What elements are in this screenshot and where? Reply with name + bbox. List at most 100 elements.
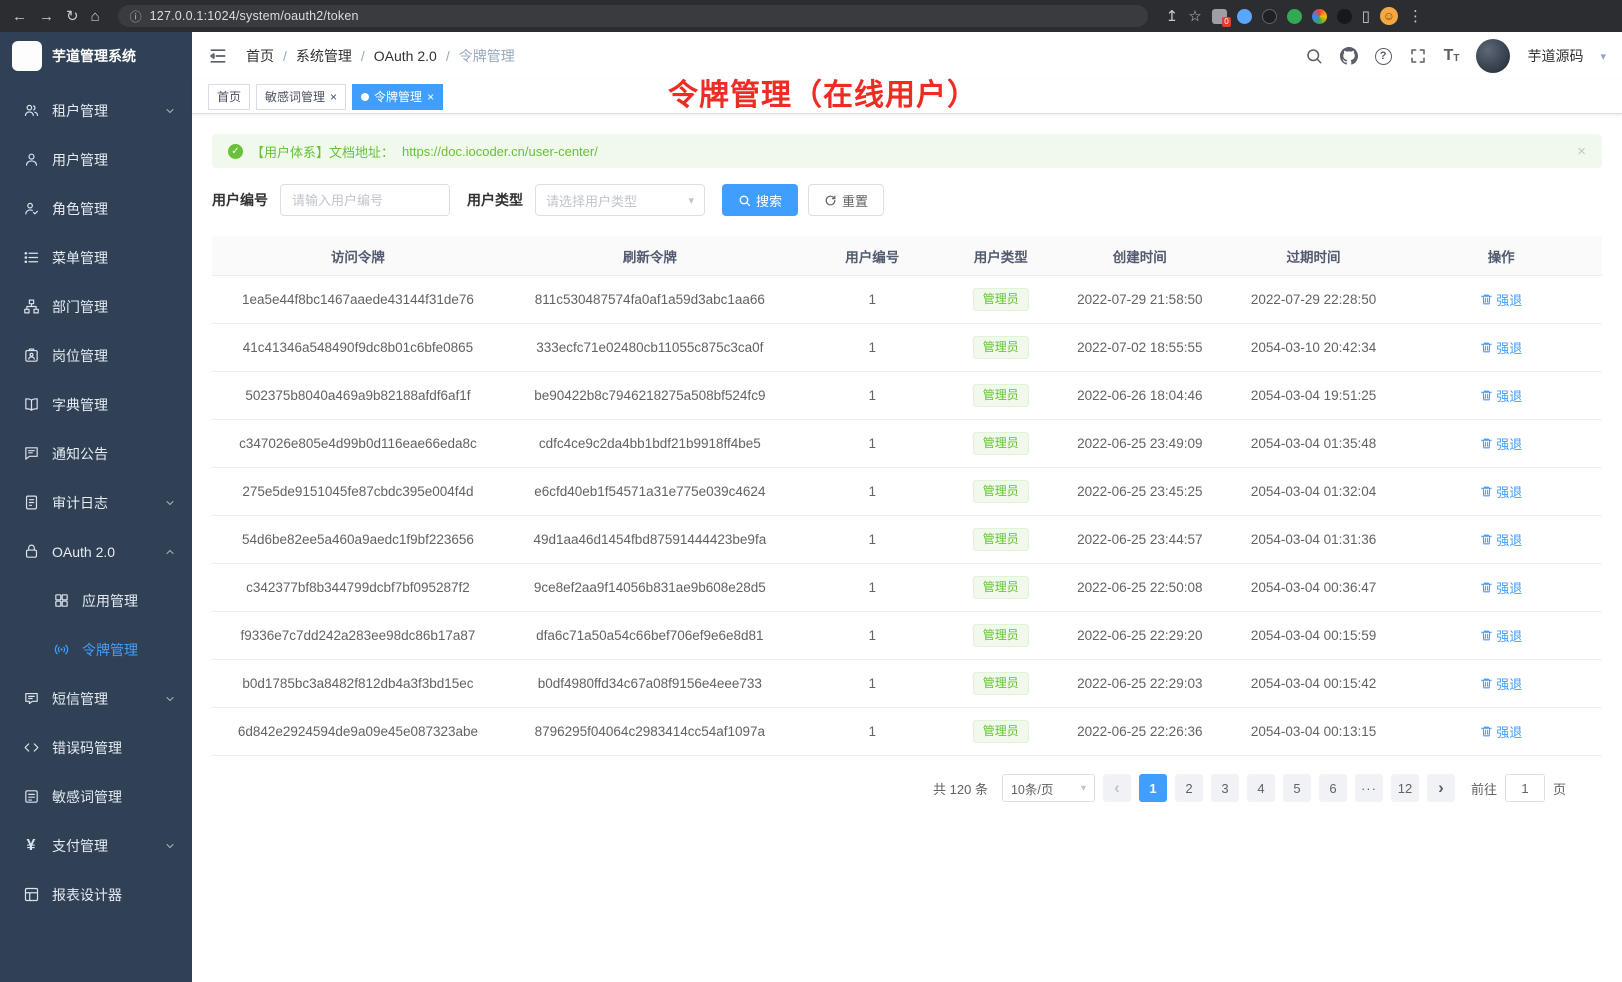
tab-label: 敏感词管理 (265, 88, 325, 105)
close-icon[interactable]: × (427, 91, 434, 103)
page-button-3[interactable]: 3 (1211, 774, 1239, 802)
browser-home-icon[interactable]: ⌂ (91, 9, 100, 24)
force-logout-button[interactable]: 强退 (1480, 626, 1522, 645)
sidebar-item-dept[interactable]: 部门管理 (0, 282, 192, 331)
active-dot (361, 93, 369, 101)
sidebar-item-oauth2-token[interactable]: 令牌管理 (0, 625, 192, 674)
breadcrumb-separator: / (361, 48, 365, 64)
doc-link[interactable]: https://doc.iocoder.cn/user-center/ (402, 144, 598, 159)
sensitive-words-icon (22, 788, 40, 806)
page-size-select[interactable]: 10条/页 ▾ (1002, 774, 1095, 802)
cell-access-token: 41c41346a548490f9dc8b01c6bfe0865 (212, 340, 504, 355)
force-logout-button[interactable]: 强退 (1480, 674, 1522, 693)
force-logout-button[interactable]: 强退 (1480, 482, 1522, 501)
page-button-1[interactable]: 1 (1139, 774, 1167, 802)
extension-icon[interactable] (1237, 9, 1252, 24)
user-avatar[interactable] (1476, 39, 1510, 73)
tab-sensitive-word[interactable]: 敏感词管理 × (256, 84, 346, 110)
page-button-4[interactable]: 4 (1247, 774, 1275, 802)
username[interactable]: 芋道源码 (1527, 46, 1583, 66)
table-row: c347026e805e4d99b0d116eae66eda8c cdfc4ce… (212, 420, 1602, 468)
caret-down-icon[interactable]: ▾ (1600, 50, 1606, 63)
sidebar-item-menu[interactable]: 菜单管理 (0, 233, 192, 282)
browser-back-icon[interactable]: ← (12, 9, 27, 24)
github-icon[interactable] (1340, 47, 1358, 65)
user-type-badge: 管理员 (973, 720, 1029, 743)
sidebar-item-sms[interactable]: 短信管理 (0, 674, 192, 723)
token-broadcast-icon (52, 641, 70, 659)
force-logout-button[interactable]: 强退 (1480, 434, 1522, 453)
extension-icon[interactable]: 0 (1212, 9, 1227, 24)
site-info-icon[interactable]: ⓘ (130, 8, 142, 25)
force-logout-button[interactable]: 强退 (1480, 386, 1522, 405)
next-page-button[interactable]: › (1427, 774, 1455, 802)
sidebar-item-oauth2[interactable]: OAuth 2.0 (0, 527, 192, 576)
bookmark-star-icon[interactable]: ☆ (1188, 9, 1201, 24)
user-type-select[interactable]: 请选择用户类型 ▾ (535, 184, 705, 216)
sidebar-item-label: 短信管理 (52, 689, 108, 709)
prev-page-button[interactable]: ‹ (1103, 774, 1131, 802)
sidebar-item-dict[interactable]: 字典管理 (0, 380, 192, 429)
sidebar-item-label: 菜单管理 (52, 248, 108, 268)
tab-home[interactable]: 首页 (208, 84, 250, 110)
sidebar-item-error-code[interactable]: 错误码管理 (0, 723, 192, 772)
force-logout-button[interactable]: 强退 (1480, 338, 1522, 357)
extension-icon[interactable] (1312, 9, 1327, 24)
user-id-input[interactable] (280, 184, 450, 216)
sidebar-item-notice[interactable]: 通知公告 (0, 429, 192, 478)
browser-menu-icon[interactable]: ⋮ (1408, 9, 1423, 24)
page-button-6[interactable]: 6 (1319, 774, 1347, 802)
table-row: 54d6be82ee5a460a9aedc1f9bf223656 49d1aa4… (212, 516, 1602, 564)
tab-token-management[interactable]: 令牌管理 × (352, 84, 443, 110)
search-icon[interactable] (1305, 47, 1323, 65)
page-button-5[interactable]: 5 (1283, 774, 1311, 802)
extension-icon[interactable] (1262, 9, 1277, 24)
extension-icon[interactable] (1287, 9, 1302, 24)
force-logout-button[interactable]: 强退 (1480, 290, 1522, 309)
browser-profile-avatar[interactable]: ☺ (1380, 7, 1398, 25)
goto-page-input[interactable] (1505, 774, 1545, 802)
page-button-2[interactable]: 2 (1175, 774, 1203, 802)
extension-icon[interactable] (1337, 9, 1352, 24)
search-button[interactable]: 搜索 (722, 184, 798, 216)
sidebar-item-user[interactable]: 用户管理 (0, 135, 192, 184)
breadcrumb-item-system[interactable]: 系统管理 (296, 46, 352, 66)
cell-user-id: 1 (796, 628, 949, 643)
table-row: 41c41346a548490f9dc8b01c6bfe0865 333ecfc… (212, 324, 1602, 372)
sidebar-item-sensitive-word[interactable]: 敏感词管理 (0, 772, 192, 821)
page-button-12[interactable]: 12 (1391, 774, 1419, 802)
force-logout-button[interactable]: 强退 (1480, 530, 1522, 549)
cell-user-id: 1 (796, 388, 949, 403)
page-size-value: 10条/页 (1011, 779, 1053, 798)
page-ellipsis[interactable]: ··· (1355, 774, 1383, 802)
font-size-icon[interactable]: TT (1444, 48, 1460, 64)
share-icon[interactable]: ↥ (1166, 9, 1179, 24)
reset-button[interactable]: 重置 (808, 184, 884, 216)
force-logout-button[interactable]: 强退 (1480, 578, 1522, 597)
goto-unit: 页 (1553, 779, 1566, 798)
side-panel-icon[interactable]: ▯ (1362, 9, 1370, 24)
cell-refresh-token: 9ce8ef2aa9f14056b831ae9b608e28d5 (504, 580, 796, 595)
breadcrumb-item-home[interactable]: 首页 (246, 46, 274, 66)
address-bar[interactable]: ⓘ 127.0.0.1:1024/system/oauth2/token (118, 5, 1148, 27)
sidebar-item-report-designer[interactable]: 报表设计器 (0, 870, 192, 919)
close-icon[interactable]: × (330, 91, 337, 103)
sidebar-item-post[interactable]: 岗位管理 (0, 331, 192, 380)
fullscreen-icon[interactable] (1409, 47, 1427, 65)
help-icon[interactable]: ? (1375, 48, 1392, 65)
menu-fold-icon[interactable] (208, 46, 228, 66)
menu-list-icon (22, 249, 40, 267)
sidebar-item-audit-log[interactable]: 审计日志 (0, 478, 192, 527)
force-logout-button[interactable]: 强退 (1480, 722, 1522, 741)
sidebar-item-pay[interactable]: ¥ 支付管理 (0, 821, 192, 870)
breadcrumb-item-oauth2[interactable]: OAuth 2.0 (374, 48, 437, 64)
sidebar-item-oauth2-app[interactable]: 应用管理 (0, 576, 192, 625)
browser-forward-icon[interactable]: → (39, 9, 54, 24)
alert-close-icon[interactable]: × (1577, 143, 1586, 160)
browser-reload-icon[interactable]: ↻ (66, 9, 79, 24)
app-logo-row[interactable]: 芋道管理系统 (0, 32, 192, 80)
sidebar-item-role[interactable]: 角色管理 (0, 184, 192, 233)
cell-user-type: 管理员 (949, 336, 1053, 359)
cell-actions: 强退 (1400, 530, 1602, 549)
sidebar-item-tenant[interactable]: 租户管理 (0, 86, 192, 135)
